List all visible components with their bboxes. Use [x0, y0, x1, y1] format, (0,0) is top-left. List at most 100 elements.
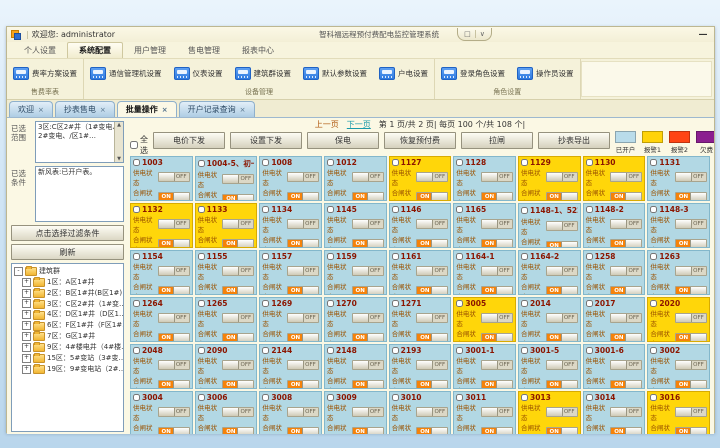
meter-card[interactable]: 2144 李瑾先 870.62元 供电状态 OFF 合闸状态 ON: [259, 344, 322, 389]
supply-toggle[interactable]: OFF: [416, 313, 448, 323]
meter-card[interactable]: 2014 安思花 202.95元 供电状态 OFF 合闸状态 ON: [518, 297, 581, 342]
meter-card[interactable]: 1003 王安春 148.94元 供电状态 OFF 合闸状态 ON: [130, 156, 193, 201]
close-toggle[interactable]: ON: [610, 239, 642, 248]
expand-node-icon[interactable]: +: [22, 343, 31, 352]
card-checkbox[interactable]: [392, 394, 399, 401]
supply-toggle[interactable]: OFF: [352, 407, 384, 417]
close-toggle[interactable]: ON: [158, 380, 190, 389]
meter-card[interactable]: 3002 俞凤娥 409.88元 供电状态 OFF 合闸状态 ON: [647, 344, 710, 389]
close-tab-icon[interactable]: ×: [100, 106, 106, 114]
supply-toggle[interactable]: OFF: [610, 266, 642, 276]
supply-toggle[interactable]: OFF: [675, 360, 707, 370]
close-toggle[interactable]: ON: [222, 427, 254, 434]
close-toggle[interactable]: ON: [610, 192, 642, 201]
card-checkbox[interactable]: [198, 347, 205, 354]
supply-toggle[interactable]: OFF: [481, 313, 513, 323]
card-checkbox[interactable]: [262, 394, 269, 401]
supply-toggle[interactable]: OFF: [222, 313, 254, 323]
document-tab[interactable]: 抄表售电 ×: [55, 101, 115, 117]
card-checkbox[interactable]: [586, 253, 593, 260]
supply-toggle[interactable]: OFF: [546, 407, 578, 417]
expand-node-icon[interactable]: +: [22, 354, 31, 363]
close-toggle[interactable]: ON: [416, 380, 448, 389]
close-toggle[interactable]: ON: [287, 192, 319, 201]
card-checkbox[interactable]: [327, 347, 334, 354]
filter-condition-button[interactable]: 点击选择过滤条件: [11, 225, 124, 241]
meter-card[interactable]: 1008 曹晶晶.. 331.08元 供电状态 OFF 合闸状态 ON: [259, 156, 322, 201]
card-checkbox[interactable]: [327, 300, 334, 307]
card-checkbox[interactable]: [327, 206, 334, 213]
close-toggle[interactable]: ON: [416, 192, 448, 201]
supply-toggle[interactable]: OFF: [287, 360, 319, 370]
menu-tab[interactable]: 售电管理: [177, 43, 231, 58]
close-toggle[interactable]: ON: [546, 192, 578, 201]
card-checkbox[interactable]: [586, 300, 593, 307]
tree-item[interactable]: + 1区：A区1#井: [14, 277, 122, 288]
expand-node-icon[interactable]: +: [22, 321, 31, 330]
card-checkbox[interactable]: [392, 347, 399, 354]
meter-card[interactable]: 3004 许臻 2278.71.. 供电状态 OFF 合闸状态 ON: [130, 391, 193, 434]
close-toggle[interactable]: ON: [546, 241, 578, 248]
close-toggle[interactable]: ON: [481, 380, 513, 389]
select-all[interactable]: 全选: [130, 134, 148, 156]
ribbon-button[interactable]: 仪表设置: [172, 66, 225, 81]
close-toggle[interactable]: ON: [610, 286, 642, 295]
supply-toggle[interactable]: OFF: [416, 407, 448, 417]
card-checkbox[interactable]: [133, 300, 140, 307]
card-checkbox[interactable]: [586, 159, 593, 166]
card-checkbox[interactable]: [392, 300, 399, 307]
close-toggle[interactable]: ON: [352, 333, 384, 342]
supply-toggle[interactable]: OFF: [481, 172, 513, 182]
supply-toggle[interactable]: OFF: [610, 407, 642, 417]
meter-card[interactable]: 1258 王威茹. 184.31元 供电状态 OFF 合闸状态 ON: [583, 250, 646, 295]
card-checkbox[interactable]: [327, 394, 334, 401]
menu-tab[interactable]: 系统配置: [67, 42, 123, 58]
close-toggle[interactable]: ON: [610, 380, 642, 389]
close-toggle[interactable]: ON: [610, 427, 642, 434]
close-toggle[interactable]: ON: [416, 286, 448, 295]
tree-item[interactable]: + 3区：C区2#井（1#变…: [14, 299, 122, 310]
supply-toggle[interactable]: OFF: [222, 407, 254, 417]
close-toggle[interactable]: ON: [352, 427, 384, 434]
meter-card[interactable]: 3001-1 高强 238.37元 供电状态 OFF 合闸状态 ON: [453, 344, 516, 389]
supply-toggle[interactable]: OFF: [675, 407, 707, 417]
meter-card[interactable]: 2193 孙先生. 59.34元 供电状态 OFF 合闸状态 ON: [389, 344, 452, 389]
meter-card[interactable]: 1263 杜钵雪. 184.45元 供电状态 OFF 合闸状态 ON: [647, 250, 710, 295]
supply-toggle[interactable]: OFF: [222, 219, 254, 229]
close-toggle[interactable]: ON: [675, 192, 707, 201]
meter-card[interactable]: 1146 谢轶.. 875.12元 供电状态 OFF 合闸状态 ON: [389, 203, 452, 248]
close-toggle[interactable]: ON: [481, 192, 513, 201]
supply-toggle[interactable]: OFF: [546, 360, 578, 370]
ribbon-button[interactable]: 默认参数设置: [301, 66, 369, 81]
selected-range-listbox[interactable]: 3区:C区2#井（1#变电、2#变电、/区1#… ▲ ▼: [35, 121, 124, 163]
card-checkbox[interactable]: [262, 159, 269, 166]
meter-card[interactable]: 3008 吴之鑫 550.97元 供电状态 OFF 合闸状态 ON: [259, 391, 322, 434]
tree-item[interactable]: + 15区：5#变站（3#变…: [14, 353, 122, 364]
supply-toggle[interactable]: OFF: [287, 313, 319, 323]
supply-toggle[interactable]: OFF: [675, 219, 707, 229]
meter-card[interactable]: 1133 德邦燕.. 5.78元 供电状态 OFF 合闸状态 ON: [195, 203, 258, 248]
toolbar-button[interactable]: 拉闸: [461, 132, 533, 149]
card-checkbox[interactable]: [198, 253, 205, 260]
meter-card[interactable]: 1129 解丽霞.. 19.23元 供电状态 OFF 合闸状态 ON: [518, 156, 581, 201]
close-toggle[interactable]: ON: [481, 333, 513, 342]
menu-tab[interactable]: 用户管理: [123, 43, 177, 58]
card-checkbox[interactable]: [456, 347, 463, 354]
card-checkbox[interactable]: [262, 300, 269, 307]
card-checkbox[interactable]: [262, 253, 269, 260]
expand-node-icon[interactable]: +: [22, 289, 31, 298]
toolbar-button[interactable]: 保电: [307, 132, 379, 149]
tree-item[interactable]: + 9区：4#楼电井（4#楼…: [14, 342, 122, 353]
scroll-up-icon[interactable]: ▲: [117, 122, 121, 129]
card-checkbox[interactable]: [327, 159, 334, 166]
close-toggle[interactable]: ON: [287, 333, 319, 342]
document-tab[interactable]: 欢迎 ×: [9, 101, 53, 117]
expand-node-icon[interactable]: +: [22, 332, 31, 341]
toolbar-button[interactable]: 抄表导出: [538, 132, 610, 149]
close-toggle[interactable]: ON: [416, 239, 448, 248]
selected-condition-box[interactable]: 新风表:已开户表。: [35, 166, 124, 222]
meter-card[interactable]: 2090 黄方欣 190.22元 供电状态 OFF 合闸状态 ON: [195, 344, 258, 389]
meter-card[interactable]: 3001-6 孙长争. 293.15元 供电状态 OFF 合闸状态 ON: [583, 344, 646, 389]
supply-toggle[interactable]: OFF: [222, 174, 254, 184]
card-checkbox[interactable]: [133, 206, 140, 213]
